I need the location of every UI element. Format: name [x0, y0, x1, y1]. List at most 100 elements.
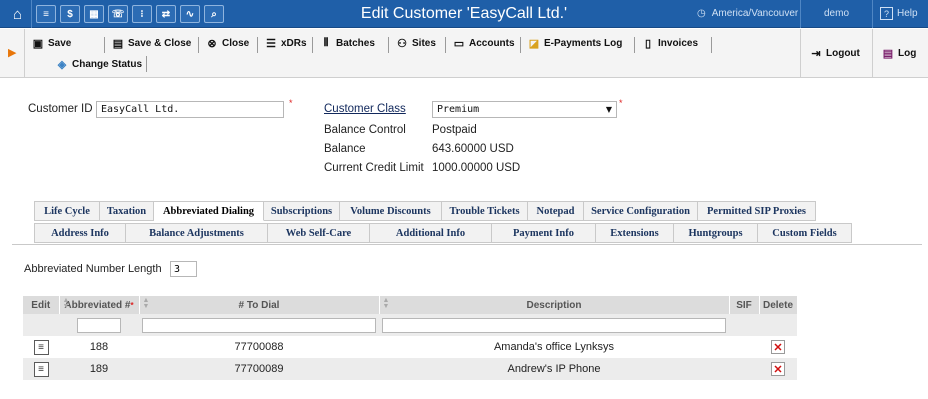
tab-additional-info[interactable]: Additional Info: [370, 223, 492, 243]
tab-web-self-care[interactable]: Web Self-Care: [268, 223, 370, 243]
epayments-log-button[interactable]: ◪ E-Payments Log: [528, 34, 623, 52]
toolbar-separator: [146, 56, 147, 72]
save-button[interactable]: ▣ Save: [32, 34, 72, 52]
sites-label: Sites: [412, 37, 436, 49]
toolbar-separator: [104, 37, 105, 53]
sites-icon: ⚇: [397, 37, 407, 50]
tabs-divider: [12, 244, 922, 245]
title-bar: ⌂ ≡ $ ▦ ☏ ⁝ ⇄ ∿ ⌕ Edit Customer 'EasyCal…: [0, 0, 928, 28]
tab-volume-discounts[interactable]: Volume Discounts: [340, 201, 442, 221]
tab-custom-fields[interactable]: Custom Fields: [758, 223, 852, 243]
accounts-label: Accounts: [469, 37, 515, 49]
tab-abbreviated-dialing[interactable]: Abbreviated Dialing: [154, 201, 264, 221]
abbr-filter-input[interactable]: [77, 317, 121, 333]
tab-payment-info[interactable]: Payment Info: [492, 223, 596, 243]
abbr-length-label: Abbreviated Number Length: [24, 263, 162, 275]
logout-icon: ⇥: [811, 47, 821, 60]
balance-control-label: Balance Control: [324, 124, 406, 136]
save-label: Save: [48, 37, 72, 49]
tab-notepad[interactable]: Notepad: [528, 201, 584, 221]
filter-cell: [139, 314, 379, 336]
column-header: Delete: [759, 296, 798, 314]
document-icon: ▯: [644, 37, 652, 50]
column-header: Edit: [23, 296, 60, 314]
to-dial-cell: 77700089: [139, 358, 379, 380]
accounts-button[interactable]: ▭ Accounts: [453, 34, 515, 52]
tab-service-configuration[interactable]: Service Configuration: [584, 201, 698, 221]
invoices-button[interactable]: ▯ Invoices: [642, 34, 698, 52]
abbr-cell: 189: [59, 358, 139, 380]
to-dial-filter-input[interactable]: [142, 317, 376, 333]
help-icon: ?: [880, 7, 893, 20]
sif-cell: [729, 336, 759, 358]
description-cell: Andrew's IP Phone: [379, 358, 729, 380]
xdrs-button[interactable]: ☰ xDRs: [265, 34, 307, 52]
toolbar-separator: [198, 37, 199, 53]
timezone-label: America/Vancouver: [711, 8, 799, 19]
description-cell: Amanda's office Lynksys: [379, 336, 729, 358]
filter-cell: [59, 314, 139, 336]
log-label: Log: [898, 47, 917, 59]
toolbar: ▶ ▣ Save ▤ Save & Close ⊗ Close ☰ xDRs ⦀…: [0, 29, 928, 78]
filter-row: [23, 314, 797, 336]
batches-button[interactable]: ⦀ Batches: [320, 34, 375, 52]
toolbar-separator: [520, 37, 521, 53]
to-dial-cell: 77700088: [139, 336, 379, 358]
help-link[interactable]: ? Help: [880, 7, 918, 20]
abbr-length-input[interactable]: [170, 261, 197, 277]
filter-cell: [379, 314, 729, 336]
sites-button[interactable]: ⚇ Sites: [396, 34, 436, 52]
column-header-sortable[interactable]: ▲ ▼ # To Dial: [139, 296, 380, 314]
close-button[interactable]: ⊗ Close: [206, 34, 249, 52]
toolbar-separator: [312, 37, 313, 53]
invoices-label: Invoices: [658, 37, 699, 49]
save-close-label: Save & Close: [128, 37, 192, 49]
tab-permitted-sip-proxies[interactable]: Permitted SIP Proxies: [698, 201, 816, 221]
customer-class-select[interactable]: Premium ▼: [432, 101, 617, 118]
logout-button[interactable]: ⇥ Logout: [810, 44, 859, 62]
toolbar-separator: [388, 37, 389, 53]
column-header-sortable[interactable]: ▲ ▼ Abbreviated #*: [59, 296, 140, 314]
toolbar-separator: [257, 37, 258, 53]
log-button[interactable]: ▤ Log: [882, 44, 917, 62]
tab-subscriptions[interactable]: Subscriptions: [264, 201, 340, 221]
delete-icon[interactable]: ✕: [771, 362, 785, 376]
timezone-indicator[interactable]: ◷ America/Vancouver: [697, 8, 798, 19]
xdrs-label: xDRs: [281, 37, 307, 49]
close-label: Close: [222, 37, 250, 49]
customer-class-link[interactable]: Customer Class: [324, 103, 406, 115]
abbreviated-dialing-table: Edit ▲ ▼ Abbreviated #* ▲ ▼ # To Dial ▲ ▼ Desc…: [23, 296, 798, 380]
save-close-button[interactable]: ▤ Save & Close: [112, 34, 192, 52]
toolbar-separator: [634, 37, 635, 53]
help-label: Help: [897, 8, 918, 19]
filter-cell: [759, 314, 797, 336]
delete-icon[interactable]: ✕: [771, 340, 785, 354]
toolbar-separator: [445, 37, 446, 53]
tab-life-cycle[interactable]: Life Cycle: [34, 201, 100, 221]
user-name[interactable]: demo: [824, 8, 849, 19]
tab-extensions[interactable]: Extensions: [596, 223, 674, 243]
tab-huntgroups[interactable]: Huntgroups: [674, 223, 758, 243]
list-icon: ☰: [266, 37, 276, 50]
epayments-label: E-Payments Log: [544, 37, 623, 49]
change-status-icon: ◈: [57, 58, 67, 71]
sort-icon: ▲ ▼: [382, 297, 390, 310]
toolbar-divider: [872, 29, 873, 78]
title-divider: [800, 0, 801, 28]
delete-cell: ✕: [759, 336, 797, 358]
delete-cell: ✕: [759, 358, 797, 380]
tab-trouble-tickets[interactable]: Trouble Tickets: [442, 201, 528, 221]
credit-limit-label: Current Credit Limit: [324, 162, 424, 174]
customer-id-input[interactable]: [96, 101, 284, 118]
description-filter-input[interactable]: [382, 317, 726, 333]
column-header-label: Abbreviated #: [64, 299, 131, 311]
edit-icon[interactable]: ≡: [33, 361, 49, 377]
tab-balance-adjustments[interactable]: Balance Adjustments: [126, 223, 268, 243]
column-header-sortable[interactable]: ▲ ▼ Description: [379, 296, 730, 314]
sort-icon: ▲ ▼: [142, 297, 150, 310]
floppy-icon: ▤: [112, 37, 124, 50]
tab-taxation[interactable]: Taxation: [100, 201, 154, 221]
change-status-button[interactable]: ◈ Change Status: [56, 55, 142, 73]
tab-address-info[interactable]: Address Info: [34, 223, 126, 243]
edit-icon[interactable]: ≡: [33, 339, 49, 355]
